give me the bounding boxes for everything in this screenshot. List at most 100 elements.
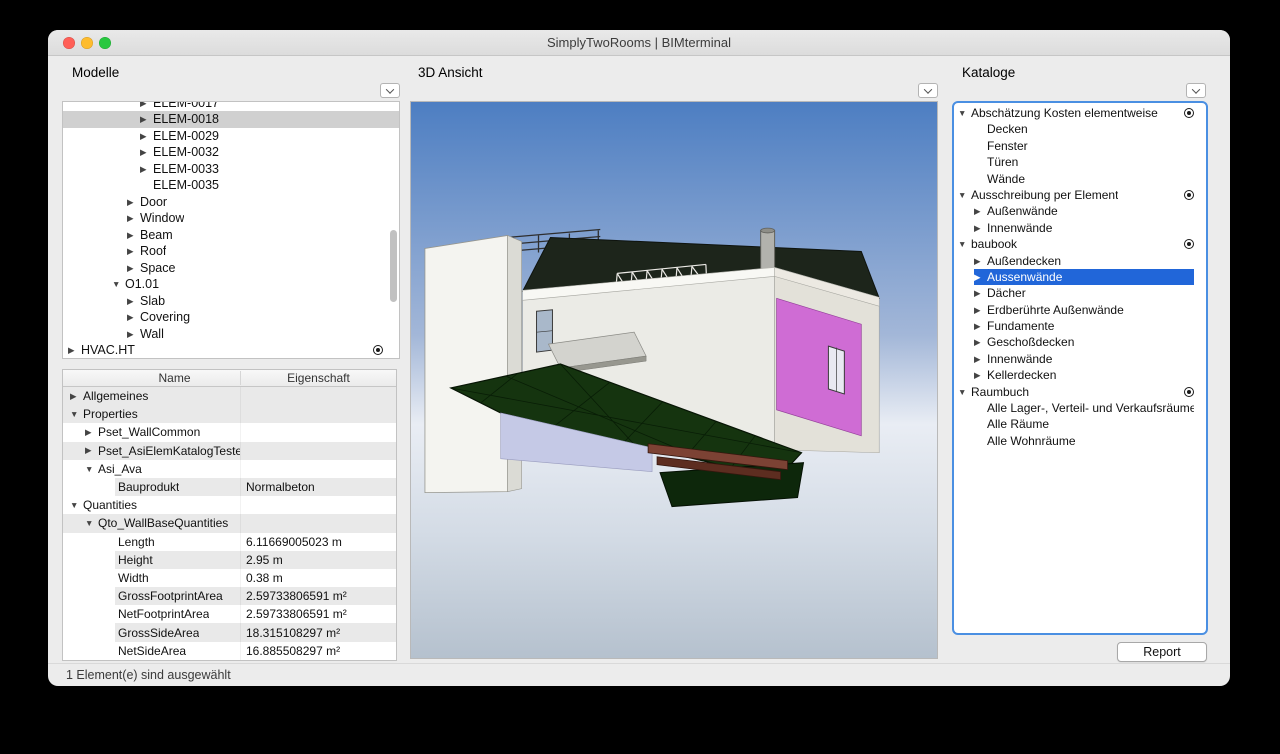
tree-arrow-icon[interactable]: ▶: [127, 210, 140, 227]
window-titlebar[interactable]: SimplyTwoRooms | BIMterminal: [48, 30, 1230, 56]
catalog-tree-item[interactable]: ▶ Geschoßdecken: [954, 334, 1206, 350]
view3d-menu-button[interactable]: [918, 83, 938, 98]
property-row[interactable]: ▼ Asi_Ava: [63, 460, 396, 478]
property-row[interactable]: Bauprodukt Normalbeton: [63, 478, 396, 496]
tree-arrow-icon[interactable]: ▶: [140, 161, 153, 178]
model-tree-item[interactable]: ▼ O1.01: [63, 276, 399, 293]
catalog-tree-item[interactable]: ▶ Dächer: [954, 285, 1206, 301]
property-row[interactable]: ▶ Pset_AsiElemKatalogTester: [63, 442, 396, 460]
model-tree-item[interactable]: ▶ HVAC.HT: [63, 342, 399, 359]
tree-arrow-icon[interactable]: ▼: [112, 276, 125, 293]
catalog-tree-item[interactable]: ▶ Kellerdecken: [954, 367, 1206, 383]
tree-arrow-icon[interactable]: ▶: [127, 326, 140, 343]
property-row[interactable]: ▶ Pset_WallCommon: [63, 423, 396, 441]
tree-arrow-icon[interactable]: ▶: [140, 111, 153, 128]
tree-arrow-icon[interactable]: ▼: [958, 236, 971, 252]
property-row[interactable]: GrossSideArea 18.315108297 m²: [63, 623, 396, 641]
model-tree-item[interactable]: ▶ Slab: [63, 293, 399, 310]
catalog-tree-item[interactable]: ▼ baubook: [954, 236, 1206, 252]
catalog-tree-item[interactable]: ▶ Aussenwände: [954, 269, 1206, 285]
property-row[interactable]: ▶ Allgemeines: [63, 387, 396, 405]
tree-arrow-icon[interactable]: ▶: [974, 253, 987, 269]
model-tree-item[interactable]: ELEM-0035: [63, 177, 399, 194]
tree-arrow-icon[interactable]: ▶: [85, 427, 98, 438]
model-tree-item[interactable]: ▶ ELEM-0033: [63, 161, 399, 178]
catalog-tree-item[interactable]: Fenster: [954, 138, 1206, 154]
tree-arrow-icon[interactable]: ▶: [127, 227, 140, 244]
catalog-radio-icon[interactable]: [1184, 387, 1194, 397]
property-row[interactable]: ▼ Quantities: [63, 496, 396, 514]
tree-arrow-icon[interactable]: ▶: [140, 128, 153, 145]
model-tree-item[interactable]: ▶ Roof: [63, 243, 399, 260]
tree-arrow-icon[interactable]: ▶: [127, 309, 140, 326]
property-row[interactable]: NetFootprintArea 2.59733806591 m²: [63, 605, 396, 623]
model-tree-item[interactable]: ▶ ELEM-0018: [63, 111, 399, 128]
property-row[interactable]: Height 2.95 m: [63, 551, 396, 569]
model-tree-item[interactable]: ▶ ELEM-0017: [63, 102, 399, 111]
property-row[interactable]: NetSideArea 16.885508297 m²: [63, 642, 396, 660]
model-tree-item[interactable]: ▶ ELEM-0032: [63, 144, 399, 161]
tree-arrow-icon[interactable]: ▶: [127, 293, 140, 310]
tree-arrow-icon[interactable]: ▼: [70, 500, 83, 510]
tree-arrow-icon[interactable]: ▼: [85, 464, 98, 474]
catalog-tree-item[interactable]: ▶ Außendecken: [954, 253, 1206, 269]
catalog-tree-item[interactable]: ▶ Außenwände: [954, 203, 1206, 219]
tree-arrow-icon[interactable]: ▶: [974, 302, 987, 318]
model-tree-item[interactable]: ▶ ELEM-0029: [63, 128, 399, 145]
tree-arrow-icon[interactable]: ▼: [70, 409, 83, 419]
catalog-tree-item[interactable]: ▶ Innenwände: [954, 351, 1206, 367]
model-radio-icon[interactable]: [373, 345, 383, 355]
property-row[interactable]: ▼ Qto_WallBaseQuantities: [63, 514, 396, 532]
tree-arrow-icon[interactable]: ▶: [70, 391, 83, 402]
report-button[interactable]: Report: [1117, 642, 1207, 662]
tree-arrow-icon[interactable]: ▶: [974, 367, 987, 383]
tree-arrow-icon[interactable]: ▶: [974, 285, 987, 301]
catalog-tree-item[interactable]: ▼ Ausschreibung per Element: [954, 187, 1206, 203]
property-row[interactable]: GrossFootprintArea 2.59733806591 m²: [63, 587, 396, 605]
model-tree-item[interactable]: ▶ Window: [63, 210, 399, 227]
property-row[interactable]: ▼ Properties: [63, 405, 396, 423]
catalog-tree-item[interactable]: ▼ Raumbuch: [954, 384, 1206, 400]
catalog-tree-item[interactable]: Türen: [954, 154, 1206, 170]
tree-arrow-icon[interactable]: ▼: [958, 187, 971, 203]
catalog-tree-item[interactable]: Alle Wohnräume: [954, 433, 1206, 449]
tree-arrow-icon[interactable]: ▶: [974, 351, 987, 367]
model-tree-item[interactable]: ▶ Door: [63, 194, 399, 211]
tree-arrow-icon[interactable]: ▶: [140, 144, 153, 161]
catalogs-menu-button[interactable]: [1186, 83, 1206, 98]
tree-arrow-icon[interactable]: ▶: [127, 260, 140, 277]
model-tree-item[interactable]: ▶ Beam: [63, 227, 399, 244]
tree-arrow-icon[interactable]: ▶: [974, 318, 987, 334]
catalog-tree-item[interactable]: Alle Lager-, Verteil- und Verkaufsräume: [954, 400, 1206, 416]
tree-arrow-icon[interactable]: ▼: [85, 518, 98, 528]
model-tree-item[interactable]: ▶ Wall: [63, 326, 399, 343]
model-tree-item[interactable]: ▶ Space: [63, 260, 399, 277]
tree-arrow-icon[interactable]: ▶: [974, 269, 987, 285]
tree-arrow-icon[interactable]: ▶: [85, 445, 98, 456]
models-menu-button[interactable]: [380, 83, 400, 98]
3d-scene[interactable]: [411, 102, 937, 658]
tree-arrow-icon[interactable]: ▶: [127, 243, 140, 260]
tree-arrow-icon[interactable]: ▶: [974, 203, 987, 219]
model-tree-item[interactable]: ▶ Covering: [63, 309, 399, 326]
tree-arrow-icon[interactable]: ▶: [974, 334, 987, 350]
tree-arrow-icon[interactable]: ▶: [68, 342, 81, 359]
tree-arrow-icon[interactable]: ▼: [958, 384, 971, 400]
properties-col-value[interactable]: Eigenschaft: [241, 371, 396, 385]
property-row[interactable]: Length 6.11669005023 m: [63, 533, 396, 551]
catalog-tree-item[interactable]: ▶ Fundamente: [954, 318, 1206, 334]
catalog-tree-item[interactable]: Wände: [954, 171, 1206, 187]
model-tree-scrollbar-thumb[interactable]: [390, 230, 397, 302]
tree-arrow-icon[interactable]: ▼: [958, 105, 971, 121]
catalog-tree-item[interactable]: ▶ Innenwände: [954, 220, 1206, 236]
catalog-tree-item[interactable]: ▼ Abschätzung Kosten elementweise: [954, 105, 1206, 121]
properties-col-name[interactable]: Name: [63, 371, 241, 385]
3d-viewport[interactable]: [410, 101, 938, 659]
catalog-tree-item[interactable]: ▶ Erdberührte Außenwände: [954, 302, 1206, 318]
catalog-tree-item[interactable]: Alle Räume: [954, 416, 1206, 432]
property-row[interactable]: Width 0.38 m: [63, 569, 396, 587]
catalog-tree-item[interactable]: Decken: [954, 121, 1206, 137]
tree-arrow-icon[interactable]: ▶: [140, 102, 153, 111]
tree-arrow-icon[interactable]: ▶: [127, 194, 140, 211]
tree-arrow-icon[interactable]: ▶: [974, 220, 987, 236]
